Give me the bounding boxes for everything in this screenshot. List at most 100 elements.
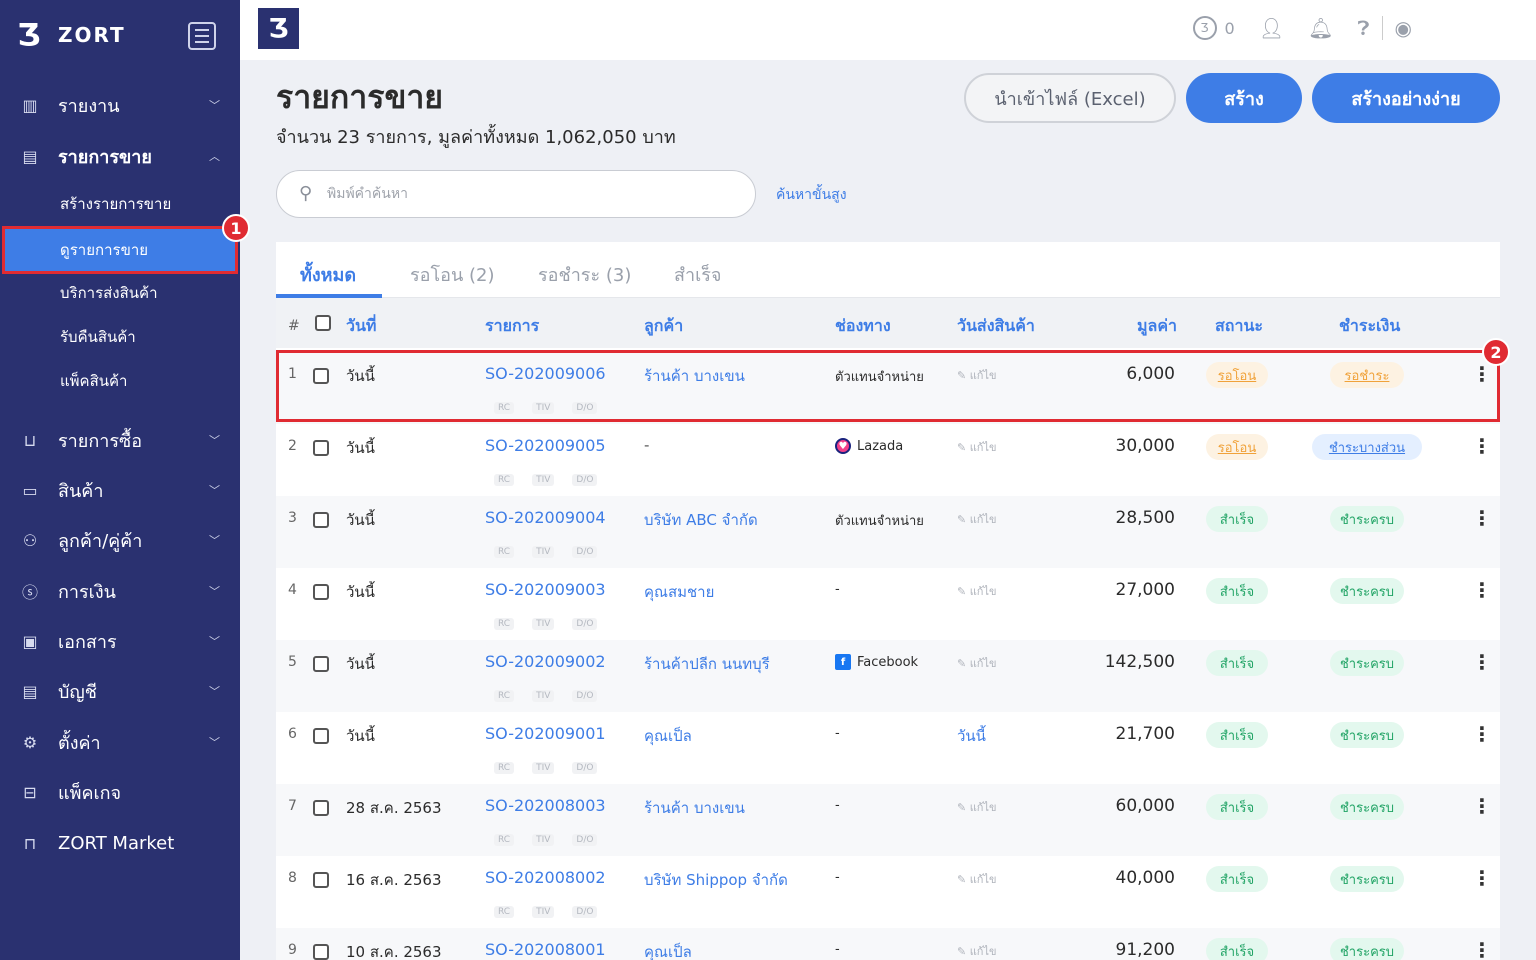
account-icon[interactable]: ◉ bbox=[1395, 16, 1412, 40]
create-button[interactable]: สร้าง bbox=[1186, 73, 1302, 123]
header-order[interactable]: รายการ bbox=[485, 314, 539, 339]
status-badge[interactable]: สำเร็จ bbox=[1206, 794, 1268, 820]
select-all-checkbox[interactable] bbox=[315, 315, 331, 331]
tag-do[interactable]: D/O bbox=[572, 546, 598, 558]
search-input[interactable] bbox=[327, 181, 727, 207]
submenu-create-sale[interactable]: สร้างรายการขาย bbox=[0, 182, 240, 226]
sidebar-item-sales[interactable]: ▤ รายการขาย ︿ bbox=[0, 136, 240, 176]
status-badge[interactable]: สำเร็จ bbox=[1206, 722, 1268, 748]
status-badge[interactable]: สำเร็จ bbox=[1206, 866, 1268, 892]
more-options-icon[interactable]: ⋮ bbox=[1472, 866, 1492, 890]
customer-link[interactable]: ร้านค้าปลีก นนทบุรี bbox=[644, 652, 770, 676]
table-row[interactable]: 7 28 ส.ค. 2563 SO-202008003 RC TIV D/O ร้านค้า… bbox=[276, 784, 1500, 856]
ship-date-edit[interactable]: ✎ แก้ไข bbox=[957, 870, 997, 888]
tag-do[interactable]: D/O bbox=[572, 834, 598, 846]
tab-completed[interactable]: สำเร็จ bbox=[674, 260, 721, 289]
payment-badge[interactable]: ชำระครบ bbox=[1330, 794, 1404, 820]
tag-tiv[interactable]: TIV bbox=[532, 906, 555, 918]
order-link[interactable]: SO-202009004 bbox=[485, 508, 606, 527]
sidebar-item-customers[interactable]: ⚇ ลูกค้า/คู่ค้า ﹀ bbox=[0, 520, 240, 560]
header-value[interactable]: มูลค่า bbox=[1137, 314, 1177, 339]
sidebar-item-settings[interactable]: ⚙ ตั้งค่า ﹀ bbox=[0, 722, 240, 762]
more-options-icon[interactable]: ⋮ bbox=[1472, 794, 1492, 818]
payment-badge[interactable]: ชำระครบ bbox=[1330, 650, 1404, 676]
table-row[interactable]: 910 ส.ค. 2563SO-202008001RCTIVD/Oคุณเป็ล… bbox=[276, 928, 1500, 960]
order-link[interactable]: SO-202008001 bbox=[485, 940, 606, 959]
row-checkbox[interactable] bbox=[313, 368, 329, 384]
ship-date-edit[interactable]: ✎ แก้ไข bbox=[957, 798, 997, 816]
submenu-packing[interactable]: แพ็คสินค้า bbox=[0, 359, 240, 403]
table-row[interactable]: 5 วันนี้ SO-202009002 RC TIV D/O ร้านค้าปลีก น… bbox=[276, 640, 1500, 712]
tag-tiv[interactable]: TIV bbox=[532, 546, 555, 558]
tag-tiv[interactable]: TIV bbox=[532, 762, 555, 774]
more-options-icon[interactable]: ⋮ bbox=[1472, 362, 1492, 386]
import-excel-button[interactable]: นำเข้าไฟล์ (Excel) bbox=[964, 73, 1176, 123]
order-link[interactable]: SO-202009001 bbox=[485, 724, 606, 743]
table-row[interactable]: 8 16 ส.ค. 2563 SO-202008002 RC TIV D/O บริษัท … bbox=[276, 856, 1500, 928]
tag-tiv[interactable]: TIV bbox=[532, 474, 555, 486]
customer-link[interactable]: บริษัท ABC จำกัด bbox=[644, 508, 758, 532]
header-payment[interactable]: ชำระเงิน bbox=[1339, 314, 1400, 339]
help-icon[interactable]: ❓︎ bbox=[1358, 16, 1370, 40]
tag-tiv[interactable]: TIV bbox=[532, 402, 555, 414]
submenu-view-sales[interactable]: ดูรายการขาย bbox=[2, 226, 238, 274]
payment-badge[interactable]: รอชำระ bbox=[1330, 362, 1404, 388]
order-link[interactable]: SO-202008003 bbox=[485, 796, 606, 815]
row-checkbox[interactable] bbox=[313, 656, 329, 672]
tag-do[interactable]: D/O bbox=[572, 474, 598, 486]
order-link[interactable]: SO-202008002 bbox=[485, 868, 606, 887]
ship-date-edit[interactable]: ✎ แก้ไข bbox=[957, 510, 997, 528]
payment-badge[interactable]: ชำระครบ bbox=[1330, 506, 1404, 532]
more-options-icon[interactable]: ⋮ bbox=[1472, 434, 1492, 458]
payment-badge[interactable]: ชำระครบ bbox=[1330, 578, 1404, 604]
payment-badge[interactable]: ชำระครบ bbox=[1330, 722, 1404, 748]
brand[interactable]: Ʒ ZORT bbox=[14, 18, 126, 53]
sidebar-item-accounting[interactable]: ▤ บัญชี ﹀ bbox=[0, 671, 240, 711]
customer-link[interactable]: คุณเป็ล bbox=[644, 724, 692, 748]
table-row[interactable]: 2 วันนี้ SO-202009005 RC TIV D/O - ♥ Lazada ✎ แก้… bbox=[276, 424, 1500, 496]
ship-date-edit[interactable]: วันนี้ bbox=[957, 724, 986, 748]
tag-rc[interactable]: RC bbox=[494, 690, 515, 702]
more-options-icon[interactable]: ⋮ bbox=[1472, 650, 1492, 674]
tag-do[interactable]: D/O bbox=[572, 690, 598, 702]
tag-rc[interactable]: RC bbox=[494, 474, 515, 486]
sidebar-item-products[interactable]: ▭ สินค้า ﹀ bbox=[0, 470, 240, 510]
customer-link[interactable]: ร้านค้า บางเขน bbox=[644, 364, 745, 388]
tag-do[interactable]: D/O bbox=[572, 906, 598, 918]
customer-link[interactable]: ร้านค้า บางเขน bbox=[644, 796, 745, 820]
payment-badge[interactable]: ชำระครบ bbox=[1330, 866, 1404, 892]
payment-badge[interactable]: ชำระบางส่วน bbox=[1312, 434, 1422, 460]
table-row[interactable]: 1 วันนี้ SO-202009006 RC TIV D/O ร้านค้า บางเข… bbox=[276, 352, 1500, 424]
row-checkbox[interactable] bbox=[313, 872, 329, 888]
tag-rc[interactable]: RC bbox=[494, 834, 515, 846]
header-status[interactable]: สถานะ bbox=[1215, 314, 1263, 339]
sidebar-item-report[interactable]: ▥ รายงาน ﹀ bbox=[0, 85, 240, 125]
sidebar-item-package[interactable]: ⊟ แพ็คเกจ bbox=[0, 772, 240, 812]
menu-toggle-icon[interactable] bbox=[188, 22, 216, 50]
tag-do[interactable]: D/O bbox=[572, 618, 598, 630]
table-row[interactable]: 6 วันนี้ SO-202009001 RC TIV D/O คุณเป็ล - วันนี… bbox=[276, 712, 1500, 784]
ship-date-edit[interactable]: ✎ แก้ไข bbox=[957, 366, 997, 384]
sidebar-item-purchases[interactable]: ⊔ รายการซื้อ ﹀ bbox=[0, 420, 240, 460]
more-options-icon[interactable]: ⋮ bbox=[1472, 938, 1492, 960]
order-link[interactable]: SO-202009002 bbox=[485, 652, 606, 671]
status-badge[interactable]: สำเร็จ bbox=[1206, 506, 1268, 532]
status-badge[interactable]: รอโอน bbox=[1206, 362, 1268, 388]
submenu-returns[interactable]: รับคืนสินค้า bbox=[0, 315, 240, 359]
create-easy-button[interactable]: สร้างอย่างง่าย bbox=[1312, 73, 1500, 123]
payment-badge[interactable]: ชำระครบ bbox=[1330, 938, 1404, 960]
tag-do[interactable]: D/O bbox=[572, 402, 598, 414]
tab-all[interactable]: ทั้งหมด bbox=[300, 260, 356, 289]
status-badge[interactable]: สำเร็จ bbox=[1206, 650, 1268, 676]
ship-date-edit[interactable]: ✎ แก้ไข bbox=[957, 438, 997, 456]
tab-awaiting-transfer[interactable]: รอโอน (2) bbox=[410, 260, 494, 289]
bell-icon[interactable]: 🔔︎ bbox=[1308, 16, 1333, 40]
order-link[interactable]: SO-202009006 bbox=[485, 364, 606, 383]
tag-rc[interactable]: RC bbox=[494, 402, 515, 414]
table-row[interactable]: 3 วันนี้ SO-202009004 RC TIV D/O บริษัท ABC จำ… bbox=[276, 496, 1500, 568]
status-badge[interactable]: สำเร็จ bbox=[1206, 578, 1268, 604]
header-customer[interactable]: ลูกค้า bbox=[644, 314, 683, 339]
row-checkbox[interactable] bbox=[313, 800, 329, 816]
tag-tiv[interactable]: TIV bbox=[532, 690, 555, 702]
ship-date-edit[interactable]: ✎ แก้ไข bbox=[957, 654, 997, 672]
